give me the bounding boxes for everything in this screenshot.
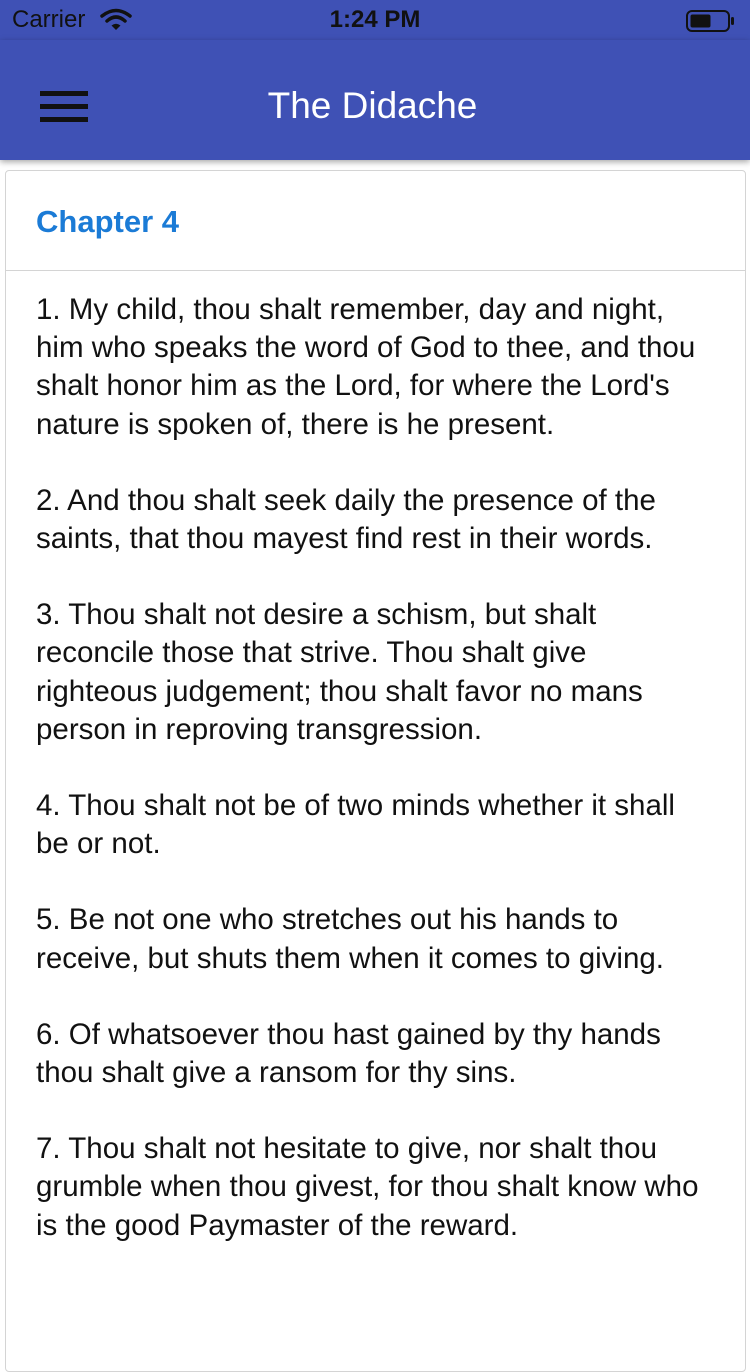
chapter-title[interactable]: Chapter 4 xyxy=(36,203,179,241)
verse: 2. And thou shalt seek daily the presenc… xyxy=(36,483,656,556)
chapter-header: Chapter 4 xyxy=(6,171,745,271)
chapter-card: Chapter 4 1. My child, thou shalt rememb… xyxy=(5,170,746,1372)
verse: 4. Thou shalt not be of two minds whethe… xyxy=(36,789,675,861)
verse: 3. Thou shalt not desire a schism, but s… xyxy=(36,598,643,746)
chapter-body: 1. My child, thou shalt remember, day an… xyxy=(6,271,745,1245)
battery-icon xyxy=(686,10,736,32)
status-bar: Carrier 1:24 PM xyxy=(0,0,750,40)
app-bar: The Didache xyxy=(0,40,750,160)
app-title: The Didache xyxy=(267,85,478,126)
verse: 7. Thou shalt not hesitate to give, nor … xyxy=(36,1132,699,1242)
verse: 1. My child, thou shalt remember, day an… xyxy=(36,293,696,441)
status-time: 1:24 PM xyxy=(329,6,421,33)
verse: 6. Of whatsoever thou hast gained by thy… xyxy=(36,1017,661,1090)
verse: 5. Be not one who stretches out his hand… xyxy=(36,903,664,975)
